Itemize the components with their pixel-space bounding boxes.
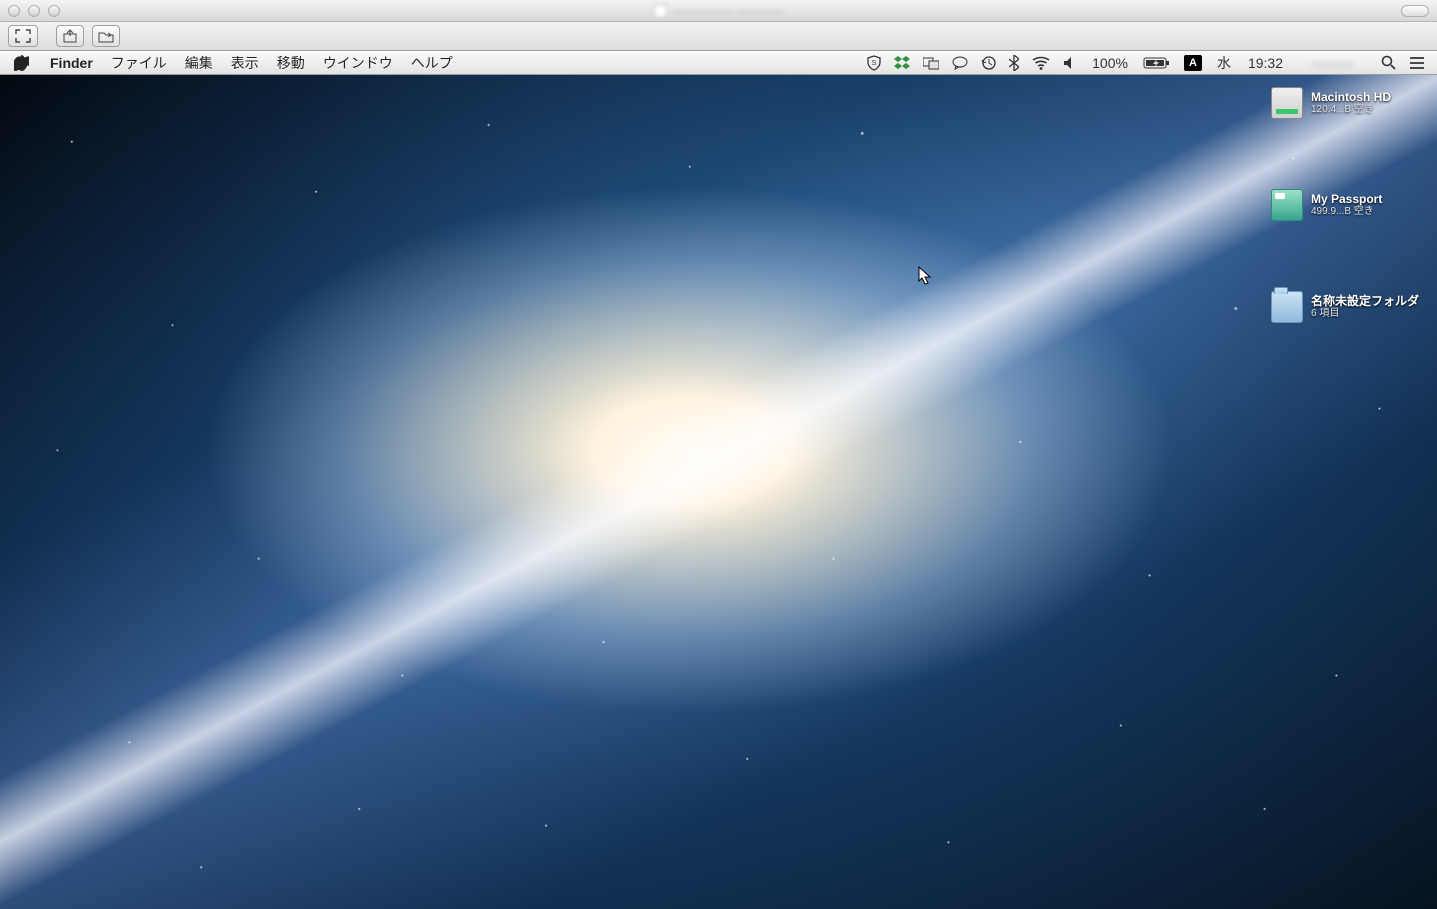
install-tools-button[interactable] [56,25,84,47]
input-mode-label: A [1184,55,1202,71]
fullscreen-button[interactable] [8,25,38,47]
icon-label: My Passport [1311,192,1401,206]
close-button[interactable] [8,5,20,17]
user-menu[interactable]: ——— [1298,51,1368,75]
fullscreen-icon [15,29,31,43]
zoom-button[interactable] [48,5,60,17]
shield-icon[interactable]: S [867,51,881,75]
bluetooth-icon[interactable] [1009,51,1019,75]
host-toolbar [0,22,1437,51]
timemachine-icon[interactable] [981,51,996,75]
messages-icon[interactable] [952,51,968,75]
desktop-icon-macintosh-hd[interactable]: Macintosh HD 120.4...B 空き [1271,87,1419,119]
displays-icon[interactable] [923,51,939,75]
minimize-button[interactable] [28,5,40,17]
app-menu[interactable]: Finder [41,51,102,75]
desktop-wallpaper[interactable]: Macintosh HD 120.4...B 空き My Passport 49… [0,75,1437,909]
icon-sublabel: 499.9...B 空き [1311,206,1401,218]
menubar: Finder ファイル 編集 表示 移動 ウインドウ ヘルプ S 100% A [0,51,1437,75]
menubar-right: S 100% A 水 19:32 ——— [867,51,1437,75]
host-title-text: ————— ———— [673,4,784,18]
document-icon [653,4,667,18]
icon-label: 名称未設定フォルダ [1311,294,1419,308]
icon-sublabel: 6 項目 [1311,308,1419,320]
volume-icon[interactable] [1063,51,1077,75]
input-source[interactable]: A [1184,51,1202,75]
menu-go[interactable]: 移動 [268,51,314,75]
folder-arrow-icon [98,29,114,43]
spotlight-icon[interactable] [1381,51,1396,75]
battery-icon[interactable] [1143,51,1171,75]
host-window-title: ————— ———— [653,4,784,18]
external-hdd-icon [1271,189,1303,221]
share-folder-button[interactable] [92,25,120,47]
clock-day[interactable]: 水 [1215,51,1233,75]
desktop-icon-untitled-folder[interactable]: 名称未設定フォルダ 6 項目 [1271,291,1419,323]
menubar-left: Finder ファイル 編集 表示 移動 ウインドウ ヘルプ [0,51,462,75]
icon-sublabel: 120.4...B 空き [1311,104,1401,116]
dropbox-icon[interactable] [894,51,910,75]
desktop-icons: Macintosh HD 120.4...B 空き My Passport 49… [1271,87,1419,323]
folder-icon [1271,291,1303,323]
host-titlebar: ————— ———— [0,0,1437,22]
menu-view[interactable]: 表示 [222,51,268,75]
guest-desktop: Finder ファイル 編集 表示 移動 ウインドウ ヘルプ S 100% A [0,51,1437,909]
internal-hdd-icon [1271,87,1303,119]
clock-time[interactable]: 19:32 [1246,51,1285,75]
host-titlebar-pill[interactable] [1401,5,1429,17]
host-toolbar-group [56,25,120,47]
box-arrow-icon [62,29,78,43]
wifi-icon[interactable] [1032,51,1050,75]
icon-label: Macintosh HD [1311,90,1401,104]
apple-menu[interactable] [0,54,41,71]
traffic-lights [0,5,60,17]
host-window: ————— ———— Finder ファイル 編集 [0,0,1437,909]
menu-help[interactable]: ヘルプ [402,51,462,75]
apple-icon [14,54,29,71]
mouse-cursor [918,266,932,286]
battery-percent[interactable]: 100% [1090,51,1130,75]
menu-file[interactable]: ファイル [102,51,176,75]
menu-edit[interactable]: 編集 [176,51,222,75]
notification-center-icon[interactable] [1409,51,1425,75]
menu-window[interactable]: ウインドウ [314,51,402,75]
svg-text:S: S [872,60,877,67]
desktop-icon-my-passport[interactable]: My Passport 499.9...B 空き [1271,189,1419,221]
